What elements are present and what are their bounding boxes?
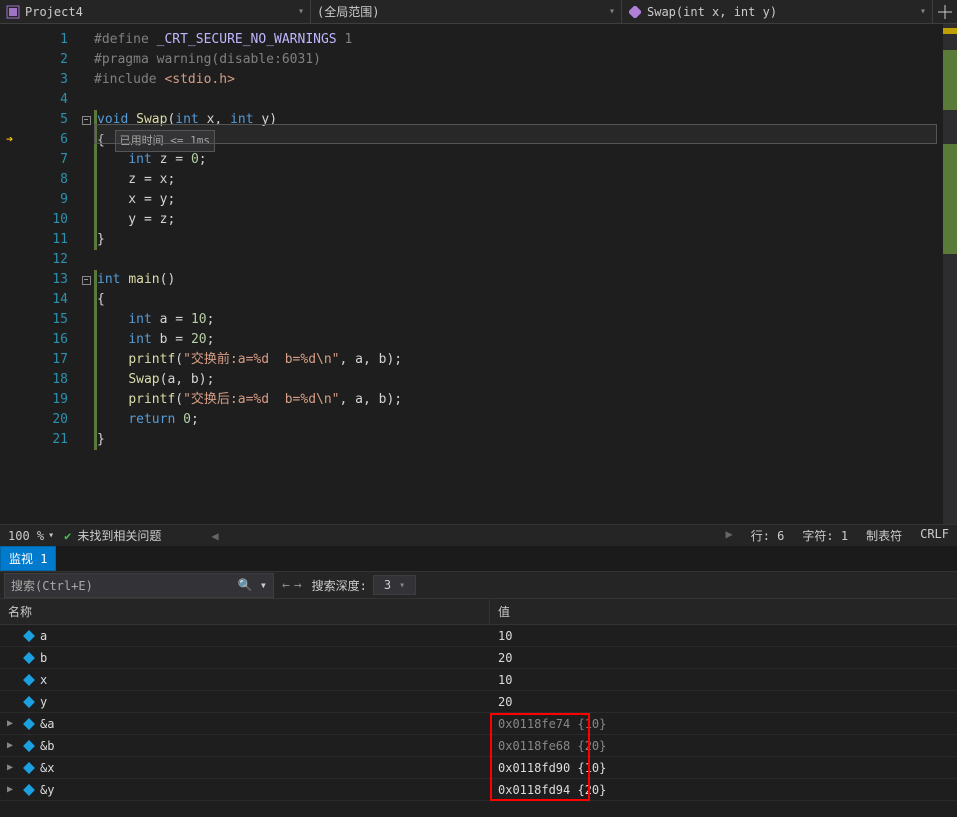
watch-value: 0x0118fe68 {20}	[490, 739, 957, 753]
variable-icon	[20, 718, 38, 730]
expand-icon[interactable]: ▶	[0, 740, 20, 751]
fold-column[interactable]: − −	[78, 24, 94, 524]
watch-value: 20	[490, 651, 957, 665]
watch-row[interactable]: x10	[0, 669, 957, 691]
watch-row[interactable]: y20	[0, 691, 957, 713]
execution-pointer-icon: ➔	[6, 132, 13, 146]
watch-row[interactable]: ▶ &b0x0118fe68 {20}	[0, 735, 957, 757]
col-header-value[interactable]: 值	[490, 599, 957, 624]
expand-icon[interactable]: ▶	[0, 718, 20, 729]
perf-hint[interactable]: 已用时间 <= 1ms	[115, 130, 215, 152]
watch-row[interactable]: b20	[0, 647, 957, 669]
search-icon[interactable]: 🔍 ▾	[238, 578, 267, 592]
project-icon	[6, 5, 20, 19]
expand-icon[interactable]: ▶	[0, 762, 20, 773]
zoom-label: 100 %	[8, 529, 44, 543]
variable-icon	[20, 740, 38, 752]
nav-member-label: Swap(int x, int y)	[647, 5, 777, 19]
editor-status-strip: 100 % ▾ ✔ 未找到相关问题 ◀ ▶ 行: 6 字符: 1 制表符 CRL…	[0, 524, 957, 546]
watch-toolbar: 搜索(Ctrl+E) 🔍 ▾ ← → 搜索深度: 3 ▾	[0, 571, 957, 599]
watch-value: 0x0118fd94 {20}	[490, 783, 957, 797]
watch-row[interactable]: a10	[0, 625, 957, 647]
watch-name: &a	[38, 717, 490, 731]
watch-name: &x	[38, 761, 490, 775]
status-line[interactable]: 行: 6	[751, 527, 785, 544]
nav-scope[interactable]: (全局范围) ▾	[311, 0, 622, 23]
watch-row[interactable]: ▶ &y0x0118fd94 {20}	[0, 779, 957, 801]
watch-row[interactable]: ▶ &a0x0118fe74 {10}	[0, 713, 957, 735]
watch-name: &y	[38, 783, 490, 797]
variable-icon	[20, 762, 38, 774]
variable-icon	[20, 674, 38, 686]
status-indent[interactable]: 制表符	[866, 527, 902, 544]
search-placeholder: 搜索(Ctrl+E)	[11, 577, 93, 594]
variable-icon	[20, 652, 38, 664]
watch-name: &b	[38, 739, 490, 753]
nav-next-icon[interactable]: ▶	[725, 527, 732, 544]
col-header-name[interactable]: 名称	[0, 599, 490, 624]
variable-icon	[20, 696, 38, 708]
watch-value: 10	[490, 629, 957, 643]
watch-name: a	[38, 629, 490, 643]
fold-toggle[interactable]: −	[82, 116, 91, 125]
nav-member[interactable]: Swap(int x, int y) ▾	[622, 0, 933, 23]
watch-name: b	[38, 651, 490, 665]
nav-scope-label: (全局范围)	[317, 3, 379, 20]
chevron-down-icon: ▾	[298, 6, 304, 17]
watch-name: x	[38, 673, 490, 687]
code-content[interactable]: #define _CRT_SECURE_NO_WARNINGS 1 #pragm…	[94, 24, 943, 524]
nav-project[interactable]: Project4 ▾	[0, 0, 311, 23]
breakpoint-gutter[interactable]: ➔	[0, 24, 28, 524]
check-icon: ✔	[64, 529, 71, 543]
variable-icon	[20, 784, 38, 796]
nav-prev-icon[interactable]: ◀	[211, 529, 218, 543]
expand-icon[interactable]: ▶	[0, 784, 20, 795]
chevron-down-icon: ▾	[609, 6, 615, 17]
watch-value: 20	[490, 695, 957, 709]
watch-search-input[interactable]: 搜索(Ctrl+E) 🔍 ▾	[4, 573, 274, 598]
nav-forward-icon[interactable]: →	[294, 578, 302, 593]
issues-status[interactable]: ✔ 未找到相关问题	[64, 527, 161, 544]
watch-tab-label: 监视 1	[9, 552, 47, 566]
nav-project-label: Project4	[25, 5, 83, 19]
watch-value: 10	[490, 673, 957, 687]
depth-label: 搜索深度:	[306, 577, 373, 594]
chevron-down-icon: ▾	[399, 580, 405, 591]
watch-panel-tabbar: 监视 1	[0, 546, 957, 571]
issues-label: 未找到相关问题	[77, 527, 161, 544]
watch-value: 0x0118fe74 {10}	[490, 717, 957, 731]
depth-value: 3	[384, 578, 391, 592]
nav-back-icon[interactable]: ←	[282, 578, 290, 593]
chevron-down-icon: ▾	[48, 530, 54, 541]
watch-name: y	[38, 695, 490, 709]
line-numbers: 123456789101112131415161718192021	[28, 24, 78, 524]
chevron-down-icon: ▾	[920, 6, 926, 17]
method-icon	[628, 5, 642, 19]
watch-value: 0x0118fd90 {10}	[490, 761, 957, 775]
depth-select[interactable]: 3 ▾	[373, 575, 416, 595]
code-editor[interactable]: ➔ 123456789101112131415161718192021 − − …	[0, 24, 957, 524]
editor-scrollbar[interactable]	[943, 24, 957, 524]
status-eol[interactable]: CRLF	[920, 527, 949, 544]
split-editor-button[interactable]	[933, 0, 957, 23]
zoom-dropdown[interactable]: 100 % ▾	[8, 529, 54, 543]
variable-icon	[20, 630, 38, 642]
watch-columns: 名称 值	[0, 599, 957, 625]
fold-toggle[interactable]: −	[82, 276, 91, 285]
breadcrumb-bar: Project4 ▾ (全局范围) ▾ Swap(int x, int y) ▾	[0, 0, 957, 24]
watch-body: a10b20x10y20▶&a0x0118fe74 {10}▶&b0x0118f…	[0, 625, 957, 801]
watch-row[interactable]: ▶ &x0x0118fd90 {10}	[0, 757, 957, 779]
watch-tab[interactable]: 监视 1	[0, 546, 56, 571]
status-col[interactable]: 字符: 1	[802, 527, 848, 544]
